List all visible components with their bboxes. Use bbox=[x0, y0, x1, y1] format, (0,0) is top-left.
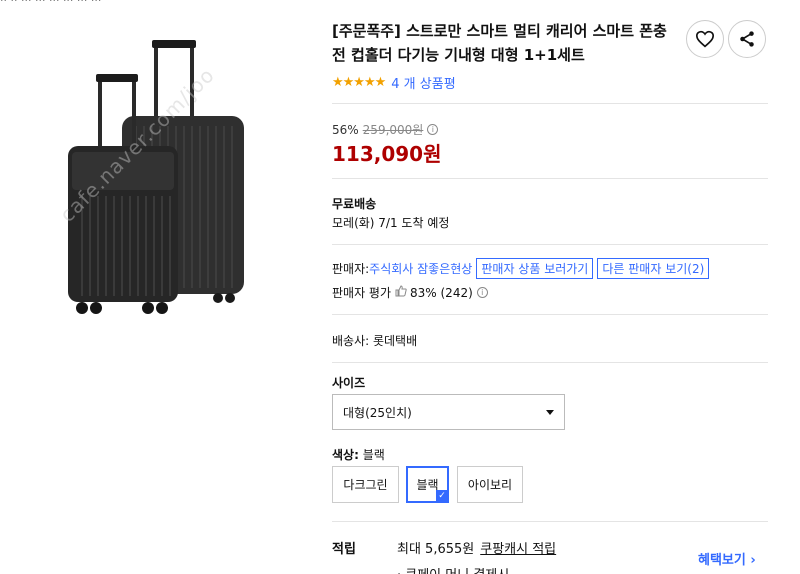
view-benefits-link[interactable]: 혜택보기 › bbox=[698, 549, 756, 568]
other-sellers-button[interactable]: 다른 판매자 보기(2) bbox=[597, 258, 710, 279]
reward-amount: 최대 5,655원 bbox=[397, 542, 475, 557]
arrival-date: 모레(화) 7/1 도착 예정 bbox=[332, 216, 450, 230]
share-icon bbox=[740, 31, 754, 47]
divider bbox=[332, 362, 768, 363]
checkmark-icon: ✓ bbox=[436, 490, 448, 502]
breadcrumb[interactable]: ·· ·· ··· ··· ··· ··· ··· ··· bbox=[0, 0, 101, 7]
wishlist-button[interactable] bbox=[686, 20, 724, 58]
product-title: [주문폭주] 스트로만 스마트 멀티 캐리어 스마트 폰충전 컵홀더 다기능 기… bbox=[332, 22, 667, 64]
color-option-black[interactable]: 블랙 ✓ bbox=[406, 466, 449, 503]
divider bbox=[332, 103, 768, 104]
color-selected-name: 블랙 bbox=[362, 448, 385, 462]
size-select[interactable]: 대형(25인치) bbox=[332, 394, 565, 430]
seller-label: 판매자: bbox=[332, 262, 370, 276]
divider bbox=[332, 178, 768, 179]
coupang-cash-link[interactable]: 쿠팡캐시 적립 bbox=[480, 538, 556, 557]
seller-rating-label: 판매자 평가 bbox=[332, 286, 392, 300]
info-icon[interactable]: i bbox=[427, 124, 439, 135]
shipping-label: 무료배송 bbox=[332, 197, 377, 211]
seller-rating-value: 83% (242) bbox=[410, 285, 473, 300]
reward-sub-text: · 쿠페이 머니 결제시 bbox=[397, 564, 509, 574]
reward-row: 최대 5,655원 쿠팡캐시 적립 bbox=[397, 538, 556, 557]
color-label-text: 색상: bbox=[332, 448, 359, 462]
star-rating: ★★★★★ bbox=[332, 75, 386, 90]
delivery-carrier: 배송사: 롯데택배 bbox=[332, 334, 418, 348]
front-suitcase-handle bbox=[98, 76, 102, 152]
color-option-darkgreen[interactable]: 다크그린 bbox=[332, 466, 399, 503]
heart-icon bbox=[695, 30, 715, 48]
chevron-down-icon bbox=[546, 409, 554, 415]
sale-price: 113,090원 bbox=[332, 142, 442, 166]
divider bbox=[332, 314, 768, 315]
product-image[interactable] bbox=[40, 30, 280, 330]
color-option-ivory[interactable]: 아이보리 bbox=[457, 466, 523, 503]
discount-row: 56% 259,000원 i bbox=[332, 121, 439, 138]
thumbs-up-icon bbox=[395, 285, 407, 300]
discount-rate: 56% bbox=[332, 122, 359, 137]
size-label: 사이즈 bbox=[332, 376, 366, 390]
share-button[interactable] bbox=[728, 20, 766, 58]
seller-row: 판매자: 주식회사 잠좋은현상 판매자 상품 보러가기 다른 판매자 보기(2) bbox=[332, 258, 710, 279]
reward-label: 적립 bbox=[332, 542, 356, 557]
divider bbox=[332, 244, 768, 245]
seller-name-link[interactable]: 주식회사 잠좋은현상 bbox=[369, 260, 472, 277]
size-selected-value: 대형(25인치) bbox=[343, 405, 412, 420]
seller-rating-row: 판매자 평가 83% (242) i bbox=[332, 284, 488, 301]
info-icon[interactable]: i bbox=[476, 287, 488, 298]
seller-products-button[interactable]: 판매자 상품 보러가기 bbox=[476, 258, 594, 279]
divider bbox=[332, 521, 768, 522]
original-price: 259,000원 bbox=[362, 123, 424, 137]
review-count-link[interactable]: 4 개 상품평 bbox=[391, 73, 455, 92]
rating-row[interactable]: ★★★★★ 4 개 상품평 bbox=[332, 73, 456, 92]
color-label: 색상: 블랙 bbox=[332, 446, 385, 463]
